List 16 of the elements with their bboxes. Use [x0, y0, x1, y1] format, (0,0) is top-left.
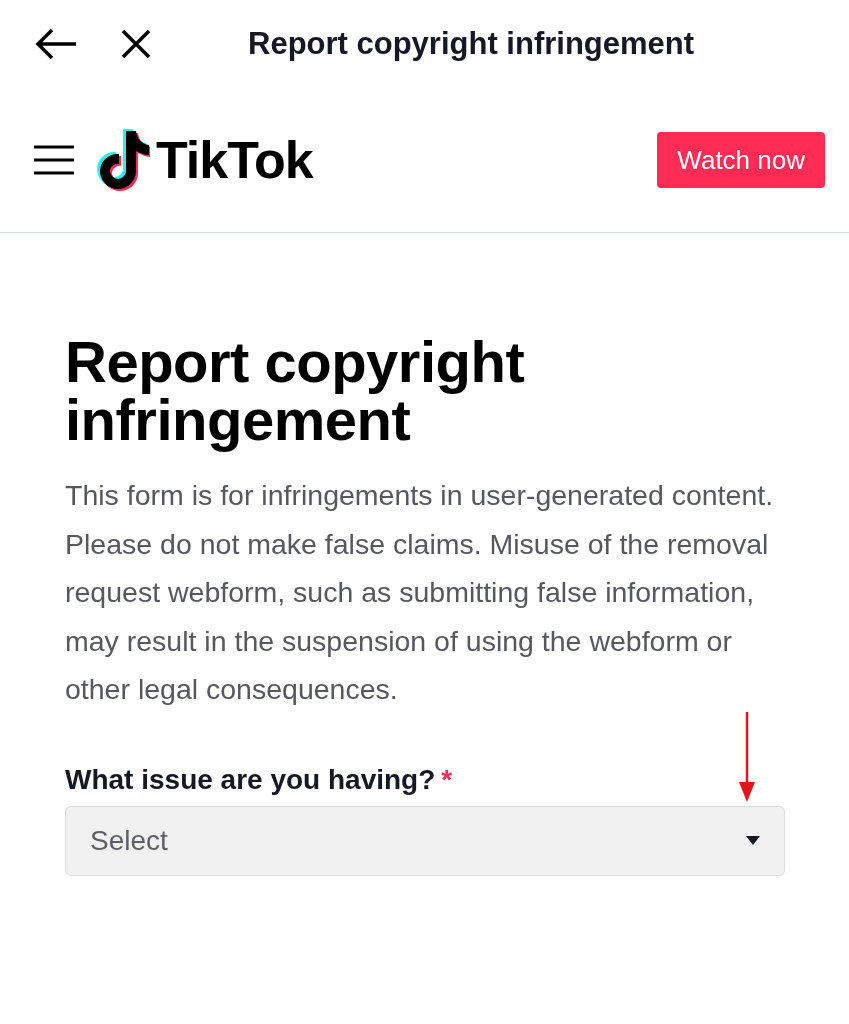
- caret-icon: [746, 836, 760, 845]
- menu-button[interactable]: [34, 145, 74, 175]
- back-arrow-icon: [34, 27, 78, 61]
- brand-name: TikTok: [156, 130, 313, 190]
- close-button[interactable]: [120, 28, 152, 60]
- down-arrow-icon: [739, 711, 755, 802]
- music-note-logo-icon: [94, 129, 150, 191]
- required-mark: *: [441, 763, 453, 797]
- description: This form is for infringements in user-generated content. Please do not make false claims. Misuse of the removal request webform, such as submitting false information, may result in the suspension of using the webform or other legal consequences.: [65, 478, 775, 707]
- page-title: Report copyright infringement: [248, 26, 695, 62]
- back-button[interactable]: [34, 27, 78, 61]
- menu-icon: [34, 145, 74, 175]
- issue-select[interactable]: Select: [65, 805, 785, 876]
- field-label: What issue are you having?: [65, 763, 436, 797]
- watch-now-button[interactable]: Watch now: [657, 132, 825, 188]
- close-icon: [120, 28, 152, 60]
